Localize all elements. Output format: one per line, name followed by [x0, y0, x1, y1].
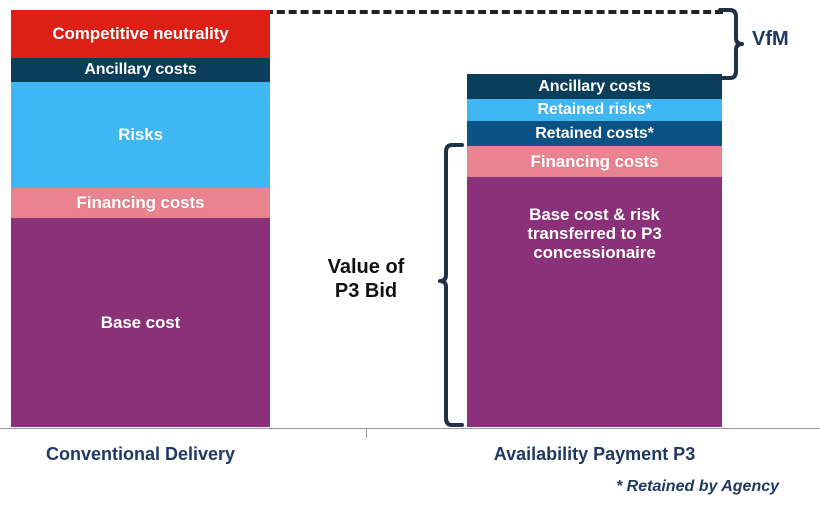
value-of-p3-bid-line-2: P3 Bid	[334, 280, 398, 302]
segment-competitive-neutrality[interactable]: Competitive neutrality	[11, 10, 270, 58]
segment-label: Ancillary costs	[84, 61, 197, 79]
segment-retained-costs[interactable]: Retained costs*	[467, 121, 722, 146]
vfm-dashed-connector-line	[265, 10, 723, 14]
segment-label: Retained costs*	[535, 124, 654, 142]
category-label-availability-payment-p3: Availability Payment P3	[493, 444, 696, 464]
value-of-p3-bid-bracket	[438, 143, 464, 427]
segment-label: Ancillary costs	[538, 77, 651, 95]
segment-retained-risks[interactable]: Retained risks*	[467, 99, 722, 121]
chart-canvas: Competitive neutrality Ancillary costs R…	[0, 0, 820, 505]
segment-label: Financing costs	[76, 193, 205, 213]
axis-tick-mark	[366, 429, 367, 438]
bar-conventional-delivery[interactable]: Competitive neutrality Ancillary costs R…	[11, 10, 270, 427]
segment-label: Base cost & risk transferred to P3 conce…	[527, 205, 662, 263]
segment-risks[interactable]: Risks	[11, 82, 270, 188]
segment-label: Base cost	[100, 312, 181, 332]
segment-ancillary-costs-conventional[interactable]: Ancillary costs	[11, 58, 270, 82]
segment-base-cost[interactable]: Base cost	[11, 218, 270, 427]
segment-label: Competitive neutrality	[52, 24, 229, 44]
category-label-conventional-delivery: Conventional Delivery	[45, 444, 236, 464]
segment-financing-costs-p3[interactable]: Financing costs	[467, 146, 722, 177]
vfm-label: VfM	[752, 28, 789, 50]
segment-label: Financing costs	[530, 151, 659, 171]
segment-base-cost-risk-transferred[interactable]: Base cost & risk transferred to P3 conce…	[467, 177, 722, 427]
segment-label: Risks	[118, 125, 163, 145]
value-of-p3-bid-line-1: Value of	[327, 256, 405, 278]
footnote-retained-by-agency: * Retained by Agency	[616, 478, 780, 495]
segment-financing-costs-conventional[interactable]: Financing costs	[11, 188, 270, 218]
vfm-bracket	[718, 8, 744, 80]
segment-label: Retained risks*	[537, 101, 652, 119]
bar-availability-payment-p3[interactable]: Ancillary costs Retained risks* Retained…	[467, 74, 722, 427]
value-of-p3-bid-label: Value of P3 Bid	[310, 255, 422, 303]
segment-ancillary-costs-p3[interactable]: Ancillary costs	[467, 74, 722, 99]
axis-baseline	[0, 428, 820, 429]
